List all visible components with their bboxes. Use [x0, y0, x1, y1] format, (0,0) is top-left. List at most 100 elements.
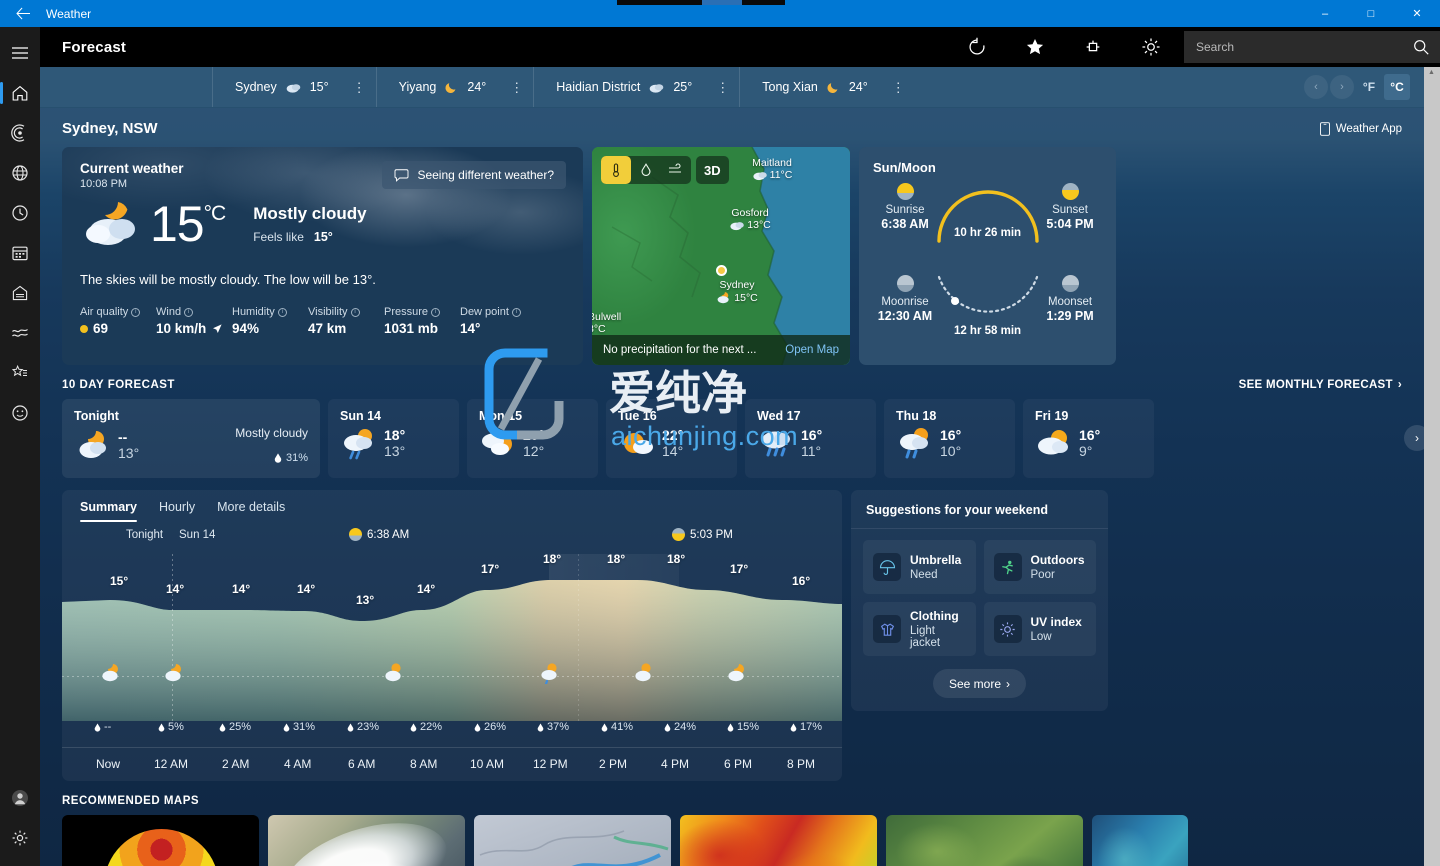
info-icon[interactable]: i	[131, 308, 140, 317]
map-thumb-vegetation[interactable]	[886, 815, 1083, 866]
location-tab-yiyang[interactable]: Yiyang 24° ⋮	[376, 67, 534, 107]
weather-app-label: Weather App	[1336, 123, 1402, 135]
back-button[interactable]	[0, 0, 46, 27]
weather-app-link[interactable]: Weather App	[1320, 122, 1402, 136]
forecast-card-fri-19[interactable]: Fri 19 16°	[1023, 399, 1154, 478]
forecast-next-button[interactable]: ›	[1404, 425, 1424, 451]
search-icon[interactable]	[1412, 38, 1430, 61]
scroll-up-arrow-icon[interactable]: ▲	[1428, 69, 1435, 76]
sidebar-item-monthly[interactable]	[0, 233, 40, 273]
brightness-button[interactable]	[1122, 27, 1180, 67]
forecast-page: Sydney, NSW Weather App	[40, 108, 1424, 866]
info-icon[interactable]: i	[431, 308, 440, 317]
forecast-day-name: Fri 19	[1035, 409, 1142, 423]
location-tab-more-button[interactable]: ⋮	[353, 81, 366, 94]
globe-icon	[10, 163, 30, 183]
location-tab-sydney[interactable]: Sydney 15° ⋮	[212, 67, 376, 107]
stat-label: Humidity	[232, 306, 275, 318]
stat-label: Air quality	[80, 306, 128, 318]
map-thumb-satellite-storm[interactable]	[268, 815, 465, 866]
precip-cell: --	[94, 721, 111, 733]
see-more-button[interactable]: See more ›	[933, 669, 1026, 698]
sun-moon-card[interactable]: Sun/Moon Sunrise 6:38 AM	[859, 147, 1116, 365]
sidebar-item-settings[interactable]	[0, 818, 40, 858]
info-icon[interactable]: i	[512, 308, 521, 317]
forecast-card-tue-16[interactable]: Tue 16 22° 14°	[606, 399, 737, 478]
suggestion-name: Umbrella	[910, 553, 961, 567]
feels-like-row: Feels like15°	[253, 230, 366, 244]
radar-icon	[10, 123, 30, 143]
info-icon[interactable]: i	[351, 308, 360, 317]
suggestion-value: Poor	[1031, 569, 1085, 581]
location-tab-more-button[interactable]: ⋮	[716, 81, 729, 94]
suggestion-outdoors[interactable]: Outdoors Poor	[984, 540, 1097, 594]
open-map-link[interactable]: Open Map	[785, 344, 839, 356]
sidebar-item-radar[interactable]	[0, 113, 40, 153]
favorite-button[interactable]	[1006, 27, 1064, 67]
map-wind-button[interactable]	[661, 156, 691, 184]
tab-hourly[interactable]: Hourly	[159, 500, 195, 522]
suggestion-clothing[interactable]: Clothing Light jacket	[863, 602, 976, 656]
daylight-duration: 10 hr 26 min	[935, 227, 1040, 239]
forecast-low: 14°	[662, 443, 683, 459]
sidebar-item-historical[interactable]	[0, 273, 40, 313]
time-tick: 12 PM	[533, 757, 568, 771]
tabs-prev-button[interactable]: ‹	[1304, 75, 1328, 99]
current-weather-card[interactable]: Current weather 10:08 PM Seeing differen…	[62, 147, 583, 365]
forecast-card-tonight[interactable]: Tonight --	[62, 399, 320, 478]
vertical-scrollbar[interactable]: ▲	[1424, 67, 1440, 866]
forecast-temps: 20° 12°	[523, 427, 544, 459]
map-card[interactable]: 3D Maitland 11°C Gosford	[592, 147, 850, 365]
map-thumb-heat[interactable]	[680, 815, 877, 866]
map-thumb-precipitation-globe[interactable]	[474, 815, 671, 866]
sidebar-item-feedback[interactable]	[0, 393, 40, 433]
see-monthly-forecast-link[interactable]: SEE MONTHLY FORECAST ›	[1239, 379, 1402, 391]
feedback-bubble-icon	[394, 169, 409, 182]
unit-celsius-button[interactable]: °C	[1384, 74, 1410, 100]
search-input[interactable]	[1196, 40, 1396, 54]
chart-temp-label: 15°	[110, 574, 128, 588]
raindrop-icon	[94, 723, 101, 732]
tab-summary[interactable]: Summary	[80, 500, 137, 522]
tab-more-details[interactable]: More details	[217, 500, 285, 522]
moon-icon	[444, 80, 459, 94]
location-tab-tong-xian[interactable]: Tong Xian 24° ⋮	[739, 67, 915, 107]
sidebar-item-home[interactable]	[0, 73, 40, 113]
search-box[interactable]	[1184, 31, 1440, 63]
sidebar-item-account[interactable]	[0, 778, 40, 818]
map-temperature-button[interactable]	[601, 156, 631, 184]
pin-button[interactable]	[1064, 27, 1122, 67]
maximize-button[interactable]: □	[1348, 0, 1394, 27]
location-tab-more-button[interactable]: ⋮	[510, 81, 523, 94]
forecast-card-wed-17[interactable]: Wed 17 16°	[745, 399, 876, 478]
recommended-maps-header: RECOMMENDED MAPS	[40, 781, 1424, 815]
tabs-next-button[interactable]: ›	[1330, 75, 1354, 99]
sidebar-item-hourly[interactable]	[0, 193, 40, 233]
suggestion-name: UV index	[1031, 615, 1082, 629]
sidebar-item-trends[interactable]	[0, 313, 40, 353]
hamburger-menu-button[interactable]	[0, 33, 40, 73]
location-tab-haidian-district[interactable]: Haidian District 25° ⋮	[533, 67, 739, 107]
map-precipitation-button[interactable]	[631, 156, 661, 184]
forecast-card-thu-18[interactable]: Thu 18	[884, 399, 1015, 478]
suggestion-umbrella[interactable]: Umbrella Need	[863, 540, 976, 594]
unit-fahrenheit-button[interactable]: °F	[1356, 74, 1382, 100]
seeing-different-weather-button[interactable]: Seeing different weather?	[382, 161, 566, 189]
moonrise-label: Moonrise	[873, 296, 937, 308]
map-thumb-temperature-globe[interactable]	[62, 815, 259, 866]
info-icon[interactable]: i	[184, 308, 193, 317]
summary-panel: Summary Hourly More details Tonight Sun …	[62, 490, 842, 781]
moon-cloudy-icon	[99, 662, 123, 684]
current-description: The skies will be mostly cloudy. The low…	[80, 272, 565, 287]
location-tab-more-button[interactable]: ⋮	[892, 81, 905, 94]
info-icon[interactable]: i	[278, 308, 287, 317]
forecast-card-sun-14[interactable]: Sun 14	[328, 399, 459, 478]
suggestion-uv-index[interactable]: UV index Low	[984, 602, 1097, 656]
forecast-card-mon-15[interactable]: Mon 15 20°	[467, 399, 598, 478]
sidebar-item-favorites[interactable]	[0, 353, 40, 393]
map-thumb-ocean[interactable]	[1092, 815, 1188, 866]
refresh-button[interactable]	[948, 27, 1006, 67]
minimize-button[interactable]: –	[1302, 0, 1348, 27]
sidebar-item-maps[interactable]	[0, 153, 40, 193]
close-button[interactable]: ✕	[1394, 0, 1440, 27]
